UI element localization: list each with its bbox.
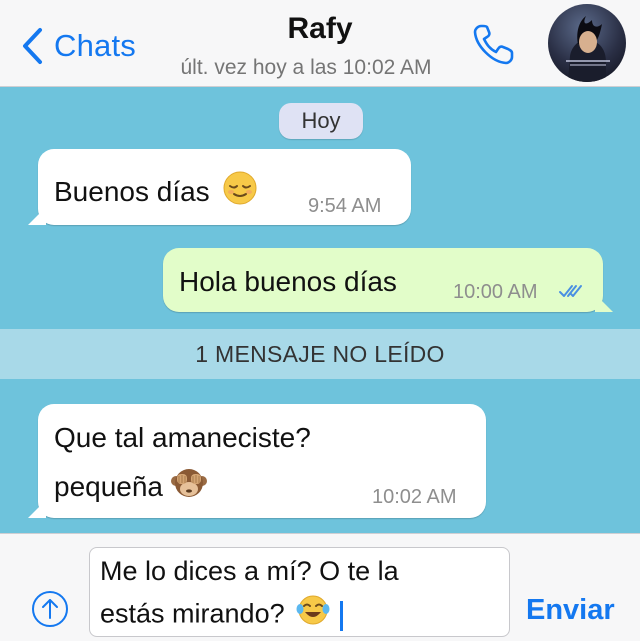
message-time: 9:54 AM	[308, 195, 382, 217]
text-cursor	[339, 600, 343, 631]
send-button[interactable]: Enviar	[526, 594, 615, 627]
relieved-face-emoji	[223, 171, 257, 212]
chat-header: Chats Rafy últ. vez hoy a las 10:02 AM	[0, 0, 640, 87]
phone-icon	[473, 24, 514, 65]
message-input-line2: estás mirando?	[100, 598, 285, 629]
contact-avatar[interactable]	[548, 4, 626, 82]
conversation-area[interactable]: Hoy Buenos días 9:54 AM Hola buenos días…	[0, 87, 640, 533]
double-check-read-icon	[558, 282, 584, 305]
contact-name[interactable]: Rafy	[0, 12, 640, 46]
message-time: 10:00 AM	[453, 281, 538, 303]
call-button[interactable]	[472, 22, 518, 66]
message-input[interactable]: Me lo dices a mí? O te la estás mirando?	[89, 547, 510, 637]
message-input-line1: Me lo dices a mí? O te la	[100, 556, 399, 586]
date-separator: Hoy	[279, 103, 363, 139]
message-text-line1: Que tal amaneciste?	[54, 422, 311, 453]
message-text: Buenos días	[54, 175, 210, 207]
avatar-image	[566, 16, 610, 82]
message-text: Hola buenos días	[179, 266, 397, 297]
message-outgoing[interactable]: Hola buenos días 10:00 AM	[163, 248, 613, 312]
message-time: 10:02 AM	[372, 486, 457, 508]
message-incoming[interactable]: Que tal amaneciste? pequeña 10:02 AM	[28, 404, 486, 518]
attach-button[interactable]	[30, 589, 70, 629]
unread-messages-banner: 1 MENSAJE NO LEÍDO	[0, 329, 640, 379]
arrow-up-circle-icon	[32, 591, 68, 627]
composer-bar: Me lo dices a mí? O te la estás mirando?…	[0, 533, 640, 641]
message-incoming[interactable]: Buenos días 9:54 AM	[28, 149, 411, 225]
face-with-tears-of-joy-emoji	[296, 594, 330, 633]
last-seen-status: últ. vez hoy a las 10:02 AM	[180, 56, 432, 79]
message-text-line2: pequeña	[54, 470, 164, 502]
see-no-evil-monkey-emoji	[170, 466, 207, 507]
